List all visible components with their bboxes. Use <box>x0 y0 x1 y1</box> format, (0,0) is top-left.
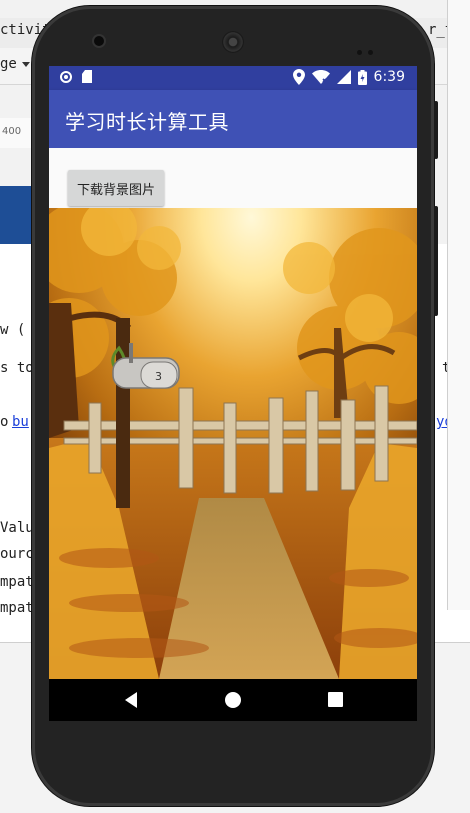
code-line: w ( <box>0 322 26 338</box>
code-line: s to <box>0 360 34 376</box>
front-camera-icon <box>94 36 104 46</box>
code-link[interactable]: bu <box>12 414 29 430</box>
phone-screen: 6:39 学习时长计算工具 下载背景图片 3 <box>49 66 417 721</box>
chevron-down-icon[interactable] <box>22 62 30 67</box>
code-line: ourc <box>0 546 34 562</box>
app-bar: 学习时长计算工具 <box>49 90 417 148</box>
recents-icon[interactable] <box>328 692 343 707</box>
status-bar: 6:39 <box>49 66 417 90</box>
back-icon[interactable] <box>123 691 139 709</box>
download-background-button[interactable]: 下载背景图片 <box>68 170 165 206</box>
status-time: 6:39 <box>373 69 405 85</box>
ide-dropdown-fragment[interactable]: ge <box>0 56 17 72</box>
wifi-icon <box>311 70 330 84</box>
earpiece-speaker-icon <box>222 31 244 53</box>
mailbox-number: 3 <box>155 370 162 383</box>
volume-button[interactable] <box>434 206 438 316</box>
code-line: mpat <box>0 574 34 590</box>
sd-card-icon <box>82 70 92 83</box>
proximity-sensor-icon <box>357 40 379 55</box>
ruler-label: 400 <box>2 126 22 137</box>
app-title: 学习时长计算工具 <box>65 110 229 134</box>
autumn-background-image: 3 <box>49 208 417 679</box>
navigation-bar <box>49 679 417 721</box>
code-line: mpat <box>0 600 34 616</box>
circle-icon <box>60 70 72 83</box>
power-button[interactable] <box>434 101 438 159</box>
code-line: Valu <box>0 520 34 536</box>
home-icon[interactable] <box>225 692 241 708</box>
main-content: 下载背景图片 3 <box>49 148 417 679</box>
emulator-phone-frame: 6:39 学习时长计算工具 下载背景图片 3 <box>32 6 438 806</box>
code-line: o <box>0 414 9 430</box>
signal-icon <box>336 70 351 84</box>
battery-icon <box>357 69 367 85</box>
ide-right-panel <box>447 0 470 610</box>
location-icon <box>292 69 305 85</box>
